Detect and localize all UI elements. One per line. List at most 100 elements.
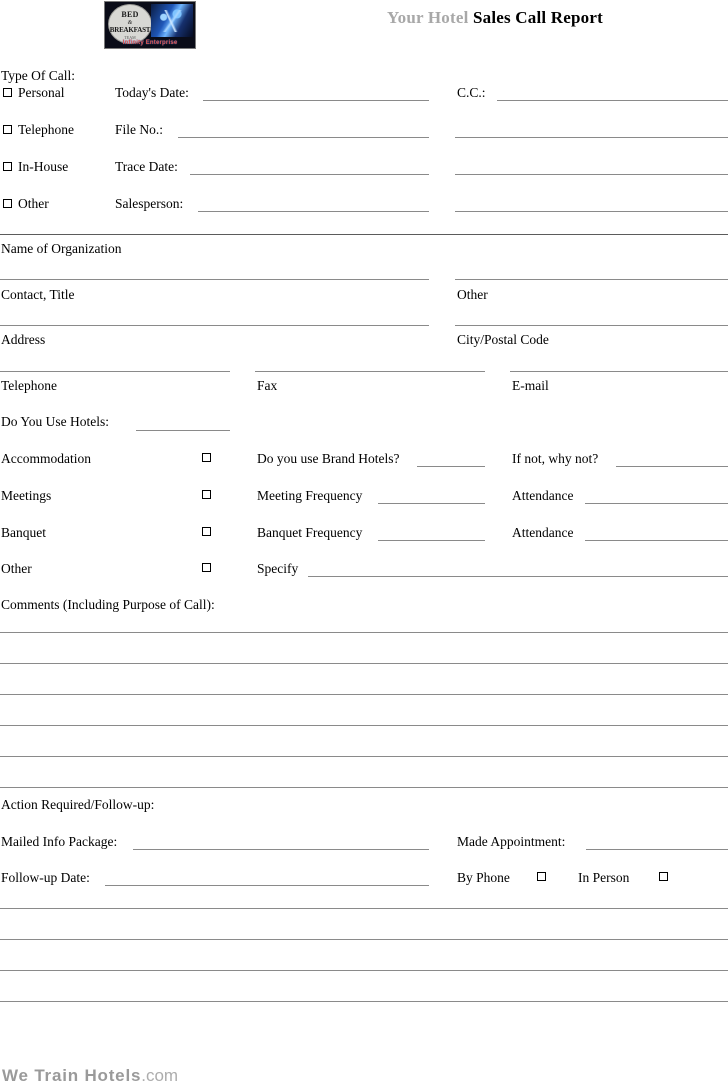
action-line-2[interactable] bbox=[0, 939, 728, 940]
checkbox-label-telephone: Telephone bbox=[18, 122, 75, 137]
follow-up-date-label: Follow-up Date: bbox=[1, 870, 90, 885]
if-not-why-not-label: If not, why not? bbox=[512, 451, 599, 466]
comment-line-6[interactable] bbox=[0, 787, 728, 788]
banquet-frequency-input[interactable] bbox=[378, 540, 485, 541]
logo-seal-line3: BREAKFAST bbox=[109, 26, 151, 34]
checkbox-banquet[interactable] bbox=[202, 527, 211, 536]
file-no-label: File No.: bbox=[115, 122, 164, 137]
checkbox-personal[interactable] bbox=[3, 88, 12, 97]
checkbox-by-phone[interactable] bbox=[537, 872, 546, 881]
checkbox-in-person[interactable] bbox=[659, 872, 668, 881]
footer-brand-light: .com bbox=[141, 1066, 179, 1085]
checkbox-label-other-call-type: Other bbox=[18, 196, 49, 211]
action-line-3[interactable] bbox=[0, 970, 728, 971]
meeting-frequency-input[interactable] bbox=[378, 503, 485, 504]
meeting-frequency-label: Meeting Frequency bbox=[257, 488, 363, 503]
type-of-call-heading: Type Of Call: bbox=[1, 68, 76, 83]
contact-title-label: Contact, Title bbox=[1, 287, 75, 302]
action-line-1[interactable] bbox=[0, 908, 728, 909]
brand-usage-question: Do you use Brand Hotels? bbox=[257, 451, 400, 466]
todays-date-input[interactable] bbox=[203, 100, 429, 101]
logo-seal-icon: BED & BREAKFAST TEAM bbox=[108, 4, 152, 44]
banquet-attendance-input[interactable] bbox=[585, 540, 728, 541]
made-appointment-label: Made Appointment: bbox=[457, 834, 566, 849]
footer-brand-strong: We Train Hotels bbox=[2, 1066, 142, 1085]
checkbox-other-usage[interactable] bbox=[202, 563, 211, 572]
address-input[interactable] bbox=[0, 325, 429, 326]
trace-date-label: Trace Date: bbox=[115, 159, 178, 174]
comments-heading: Comments (Including Purpose of Call): bbox=[1, 597, 215, 612]
comment-line-3[interactable] bbox=[0, 694, 728, 695]
checkbox-in-house[interactable] bbox=[3, 162, 12, 171]
logo-seal-line1: BED bbox=[121, 10, 139, 19]
brand-usage-input[interactable] bbox=[417, 466, 485, 467]
todays-date-label: Today's Date: bbox=[115, 85, 189, 100]
city-postal-code-input[interactable] bbox=[455, 325, 728, 326]
checkbox-other-call-type[interactable] bbox=[3, 199, 12, 208]
file-no-input[interactable] bbox=[178, 137, 429, 138]
trace-date-input[interactable] bbox=[190, 174, 429, 175]
banquet-attendance-label: Attendance bbox=[512, 525, 574, 540]
fax-label: Fax bbox=[257, 378, 278, 393]
checkbox-label-personal: Personal bbox=[18, 85, 65, 100]
salesperson-input[interactable] bbox=[198, 211, 429, 212]
follow-up-date-input[interactable] bbox=[105, 885, 429, 886]
meeting-attendance-input[interactable] bbox=[585, 503, 728, 504]
checkbox-accommodation[interactable] bbox=[202, 453, 211, 462]
hotel-usage-heading: Do You Use Hotels: bbox=[1, 414, 110, 429]
comment-line-4[interactable] bbox=[0, 725, 728, 726]
checkbox-meetings[interactable] bbox=[202, 490, 211, 499]
logo-artwork-icon bbox=[151, 4, 193, 37]
made-appointment-input[interactable] bbox=[586, 849, 728, 850]
comment-line-2[interactable] bbox=[0, 663, 728, 664]
usage-label-banquet: Banquet bbox=[1, 525, 46, 540]
cc-input[interactable] bbox=[497, 100, 728, 101]
page-title: Your Hotel Sales Call Report bbox=[280, 8, 710, 28]
telephone-input[interactable] bbox=[0, 371, 230, 372]
comment-line-1[interactable] bbox=[0, 632, 728, 633]
organization-name-input[interactable] bbox=[0, 234, 728, 235]
cc-input-line-4[interactable] bbox=[455, 211, 728, 212]
by-phone-label: By Phone bbox=[457, 870, 510, 885]
city-postal-code-label: City/Postal Code bbox=[457, 332, 549, 347]
other-contact-label: Other bbox=[457, 287, 488, 302]
fax-input[interactable] bbox=[255, 371, 485, 372]
telephone-label: Telephone bbox=[1, 378, 58, 393]
usage-label-meetings: Meetings bbox=[1, 488, 52, 503]
salesperson-label: Salesperson: bbox=[115, 196, 184, 211]
specify-label: Specify bbox=[257, 561, 299, 576]
page-title-text: Sales Call Report bbox=[473, 8, 603, 27]
in-person-label: In Person bbox=[578, 870, 630, 885]
action-required-heading: Action Required/Follow-up: bbox=[1, 797, 155, 812]
hotel-usage-input[interactable] bbox=[136, 430, 230, 431]
specify-input[interactable] bbox=[308, 576, 728, 577]
contact-title-input[interactable] bbox=[0, 279, 429, 280]
meeting-attendance-label: Attendance bbox=[512, 488, 574, 503]
other-contact-input[interactable] bbox=[455, 279, 728, 280]
organization-name-label: Name of Organization bbox=[1, 241, 122, 256]
mailed-info-package-label: Mailed Info Package: bbox=[1, 834, 118, 849]
bed-and-breakfast-logo: BED & BREAKFAST TEAM Infinity Enterprise bbox=[104, 1, 196, 49]
banquet-frequency-label: Banquet Frequency bbox=[257, 525, 363, 540]
usage-label-accommodation: Accommodation bbox=[1, 451, 91, 466]
page-title-brand: Your Hotel bbox=[387, 8, 469, 27]
footer-branding: We Train Hotels.com bbox=[2, 1066, 178, 1086]
email-input[interactable] bbox=[510, 371, 728, 372]
sales-call-report-form: BED & BREAKFAST TEAM Infinity Enterprise… bbox=[0, 0, 728, 1085]
usage-label-other: Other bbox=[1, 561, 32, 576]
logo-tagline: Infinity Enterprise bbox=[122, 40, 178, 46]
comment-line-5[interactable] bbox=[0, 756, 728, 757]
checkbox-label-in-house: In-House bbox=[18, 159, 69, 174]
checkbox-telephone[interactable] bbox=[3, 125, 12, 134]
cc-input-line-3[interactable] bbox=[455, 174, 728, 175]
if-not-why-not-input[interactable] bbox=[616, 466, 728, 467]
mailed-info-package-input[interactable] bbox=[133, 849, 429, 850]
brand-usage-question-prefix: Do you use bbox=[257, 451, 322, 466]
email-label: E-mail bbox=[512, 378, 549, 393]
cc-label: C.C.: bbox=[457, 85, 486, 100]
cc-input-line-2[interactable] bbox=[455, 137, 728, 138]
action-line-4[interactable] bbox=[0, 1001, 728, 1002]
brand-usage-question-suffix: ? bbox=[393, 451, 400, 466]
brand-usage-question-brand: Brand Hotels bbox=[321, 451, 394, 466]
address-label: Address bbox=[1, 332, 46, 347]
